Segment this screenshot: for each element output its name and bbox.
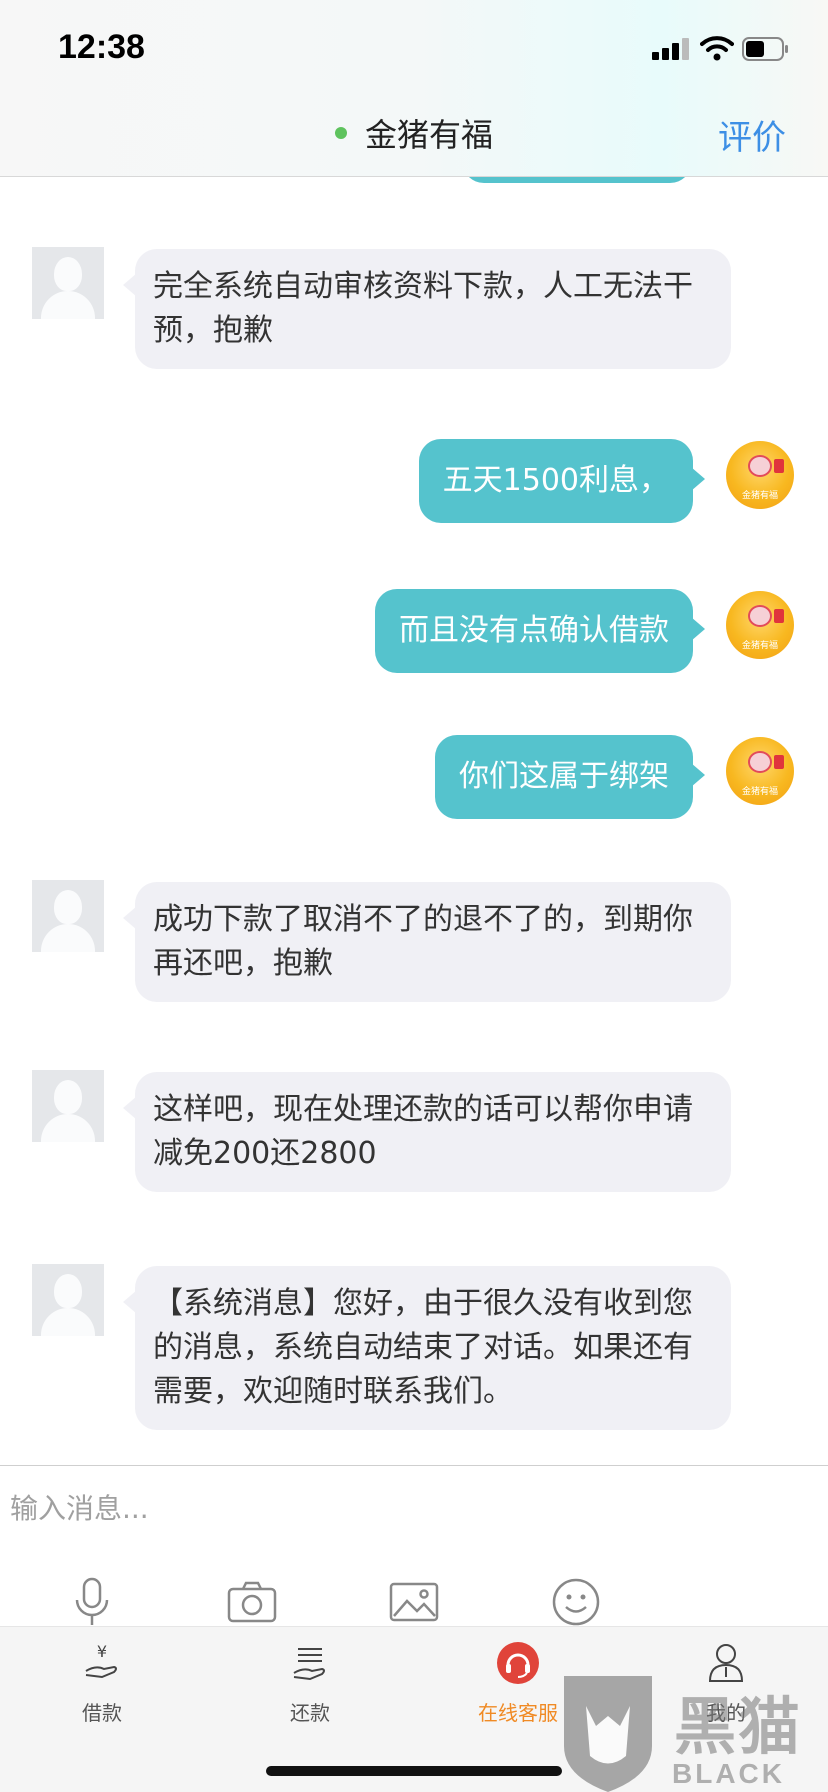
agent-message: 完全系统自动审核资料下款，人工无法干预，抱歉 — [123, 249, 731, 369]
top-bar: 12:38 金猪有福 评价 — [0, 0, 828, 177]
agent-message: 这样吧，现在处理还款的话可以帮你申请减免200还2800 — [123, 1072, 731, 1192]
agent-message: 成功下款了取消不了的退不了的，到期你再还吧，抱歉 — [123, 882, 731, 1002]
message-composer — [0, 1465, 828, 1628]
chat-area[interactable]: 完全系统自动审核资料下款，人工无法干预，抱歉 五天1500利息， 金猪有福 而且… — [0, 177, 828, 1465]
microphone-icon[interactable] — [66, 1576, 118, 1628]
loan-icon: ¥ — [85, 1642, 117, 1679]
online-status-dot — [334, 127, 347, 139]
wifi-icon — [700, 36, 734, 61]
emoji-icon[interactable] — [550, 1576, 602, 1628]
user-message: 你们这属于绑架 — [435, 735, 705, 819]
black-cat-logo-icon — [564, 1676, 652, 1792]
battery-icon — [742, 37, 788, 61]
status-time: 12:38 — [58, 28, 145, 66]
user-message: 而且没有点确认借款 — [375, 589, 705, 673]
user-message: 五天1500利息， — [418, 439, 706, 523]
message-input[interactable] — [10, 1486, 810, 1530]
tab-loan[interactable]: ¥ 借款 — [32, 1641, 172, 1726]
watermark-text: 黑猫 — [674, 1690, 803, 1763]
page-title: 金猪有福 — [0, 110, 828, 156]
watermark: 黑猫 BLACK CAT — [556, 1676, 828, 1792]
rate-button[interactable]: 评价 — [718, 110, 786, 159]
camera-icon[interactable] — [226, 1576, 278, 1628]
user-avatar: 金猪有福 — [726, 737, 794, 805]
tab-repay[interactable]: 还款 — [240, 1641, 380, 1726]
agent-avatar — [32, 1264, 104, 1336]
tab-label: 还款 — [290, 1701, 330, 1725]
agent-avatar — [32, 247, 104, 319]
agent-avatar — [32, 1070, 104, 1142]
previous-message-fragment — [0, 177, 828, 183]
repay-icon — [293, 1648, 325, 1681]
watermark-text-en: BLACK CAT — [672, 1758, 785, 1792]
tab-label: 借款 — [82, 1701, 122, 1725]
headset-icon — [497, 1642, 539, 1684]
user-avatar: 金猪有福 — [726, 441, 794, 509]
svg-text:¥: ¥ — [97, 1642, 107, 1661]
user-avatar: 金猪有福 — [726, 591, 794, 659]
signal-icon — [652, 38, 690, 60]
system-message: 【系统消息】您好，由于很久没有收到您的消息，系统自动结束了对话。如果还有需要，欢… — [123, 1266, 731, 1430]
chat-title: 金猪有福 — [364, 116, 493, 154]
agent-avatar — [32, 880, 104, 952]
home-indicator[interactable] — [266, 1766, 562, 1776]
image-icon[interactable] — [388, 1576, 440, 1628]
